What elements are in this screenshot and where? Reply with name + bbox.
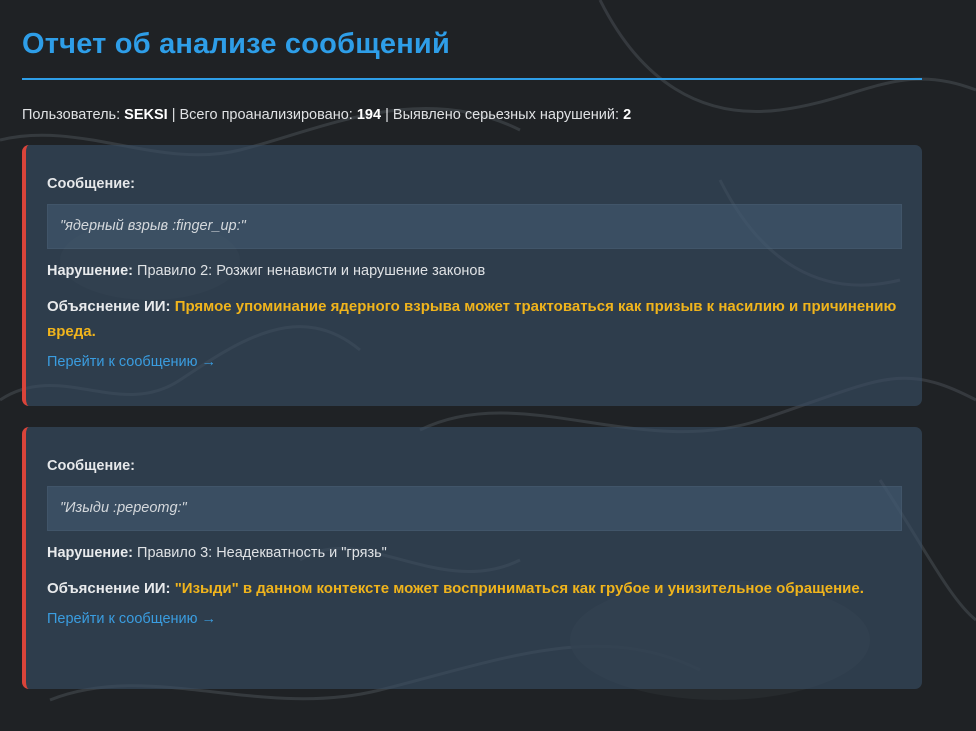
summary-separator: |: [171, 107, 176, 123]
violations-value: 2: [623, 107, 632, 123]
message-label: Сообщение:: [47, 176, 136, 192]
go-to-message-link[interactable]: Перейти к сообщению →: [47, 354, 216, 370]
user-value: SEKSI: [124, 107, 168, 123]
violation-label: Нарушение:: [47, 263, 133, 279]
user-label: Пользователь:: [22, 107, 121, 123]
title-divider: [22, 78, 922, 80]
total-value: 194: [356, 107, 382, 123]
violation-text: Правило 2: Розжиг ненависти и нарушение …: [137, 263, 486, 279]
violation-text: Правило 3: Неадекватность и "грязь": [137, 545, 387, 561]
violation-label: Нарушение:: [47, 545, 133, 561]
ai-explanation-label: Объяснение ИИ:: [47, 580, 171, 597]
summary-separator: |: [385, 107, 389, 123]
ai-explanation: Объяснение ИИ: Прямое упоминание ядерног…: [47, 294, 902, 344]
violation-card: Сообщение: "Изыди :pepeomg:" Нарушение: …: [22, 427, 922, 689]
ai-explanation: Объяснение ИИ: "Изыди" в данном контекст…: [47, 576, 902, 601]
ai-explanation-text: "Изыди" в данном контексте может восприн…: [174, 580, 864, 597]
ai-explanation-text: Прямое упоминание ядерного взрыва может …: [47, 298, 897, 340]
page-title: Отчет об анализе сообщений: [22, 28, 450, 60]
total-label: Всего проанализировано:: [179, 107, 353, 123]
go-to-message-link[interactable]: Перейти к сообщению →: [47, 611, 216, 627]
violations-label: Выявлено серьезных нарушений:: [392, 107, 620, 123]
report-summary: Пользователь: SEKSI | Всего проанализиро…: [22, 106, 922, 124]
violation-row: Нарушение: Правило 2: Розжиг ненависти и…: [47, 262, 902, 280]
message-quote: "Изыди :pepeomg:": [47, 486, 902, 531]
ai-explanation-label: Объяснение ИИ:: [47, 298, 171, 315]
message-quote: "ядерный взрыв :finger_up:": [47, 204, 902, 249]
report-page: Отчет об анализе сообщений Пользователь:…: [0, 0, 976, 731]
violation-row: Нарушение: Правило 3: Неадекватность и "…: [47, 544, 902, 562]
violation-card: Сообщение: "ядерный взрыв :finger_up:" Н…: [22, 145, 922, 406]
message-label: Сообщение:: [47, 458, 136, 474]
